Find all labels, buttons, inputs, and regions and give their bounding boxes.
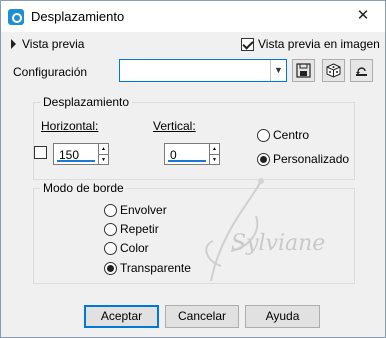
- preview-toggle[interactable]: Vista previa: [11, 37, 84, 51]
- horizontal-input[interactable]: 150: [53, 143, 99, 165]
- radio-color[interactable]: Color: [104, 241, 149, 255]
- vertical-label: Vertical:: [153, 119, 196, 133]
- edge-option-label: Repetir: [120, 222, 159, 236]
- edge-option-label: Envolver: [120, 203, 167, 217]
- step-up-icon[interactable]: ▲: [210, 144, 219, 154]
- random-button[interactable]: [322, 59, 345, 82]
- step-down-icon[interactable]: ▼: [210, 154, 219, 165]
- config-combo[interactable]: ▼: [119, 59, 287, 82]
- radio-icon[interactable]: [104, 203, 117, 217]
- step-down-icon[interactable]: ▼: [99, 154, 108, 165]
- dialog-window: Desplazamiento ✕ Vista previa Vista prev…: [0, 0, 386, 338]
- edge-mode-title: Modo de borde: [40, 181, 127, 195]
- preview-toggle-label: Vista previa: [22, 37, 85, 51]
- link-checkbox[interactable]: [34, 146, 47, 159]
- expand-triangle-icon: [11, 39, 16, 49]
- edge-option-label: Color: [120, 241, 149, 255]
- window-title: Desplazamiento: [31, 9, 125, 24]
- watermark: Sylviane: [191, 171, 341, 291]
- radio-wrap[interactable]: Envolver: [104, 203, 167, 217]
- horizontal-spinner[interactable]: 150 ▲ ▼: [53, 143, 109, 165]
- radio-icon[interactable]: [104, 222, 117, 236]
- help-button[interactable]: Ayuda: [245, 305, 320, 328]
- watermark-text: Sylviane: [231, 231, 326, 256]
- save-preset-button[interactable]: [292, 59, 315, 82]
- close-button[interactable]: ✕: [341, 1, 385, 31]
- radio-custom[interactable]: Personalizado: [257, 152, 349, 166]
- radio-transparent[interactable]: Transparente: [104, 261, 191, 275]
- horizontal-label: Horizontal:: [41, 119, 99, 133]
- vertical-value: 0: [170, 148, 177, 162]
- horizontal-stepper[interactable]: ▲ ▼: [99, 143, 109, 165]
- vertical-stepper[interactable]: ▲ ▼: [210, 143, 220, 165]
- radio-icon[interactable]: [257, 128, 270, 142]
- radio-icon[interactable]: [104, 241, 117, 255]
- step-up-icon[interactable]: ▲: [99, 144, 108, 154]
- app-icon: [8, 9, 24, 25]
- title-bar: Desplazamiento ✕: [1, 1, 385, 32]
- custom-label: Personalizado: [273, 152, 350, 166]
- radio-selected-icon[interactable]: [104, 261, 117, 275]
- vertical-input[interactable]: 0: [164, 143, 210, 165]
- vertical-spinner[interactable]: 0 ▲ ▼: [164, 143, 220, 165]
- save-icon: [296, 63, 311, 78]
- center-label: Centro: [273, 128, 310, 142]
- random-icon: [326, 63, 341, 78]
- edge-option-label: Transparente: [120, 261, 191, 275]
- radio-repeat[interactable]: Repetir: [104, 222, 159, 236]
- reset-button[interactable]: [350, 59, 373, 82]
- chevron-down-icon[interactable]: ▼: [270, 60, 286, 81]
- image-preview-label: Vista previa en imagen: [258, 37, 380, 51]
- ok-button[interactable]: Aceptar: [84, 305, 159, 328]
- radio-center[interactable]: Centro: [257, 128, 309, 142]
- cancel-button[interactable]: Cancelar: [165, 305, 239, 328]
- image-preview-checkbox[interactable]: Vista previa en imagen: [241, 37, 380, 51]
- radio-selected-icon[interactable]: [257, 152, 270, 166]
- reset-icon: [356, 67, 367, 76]
- checkbox-icon[interactable]: [241, 37, 254, 51]
- offset-group-title: Desplazamiento: [40, 95, 133, 109]
- config-label: Configuración: [13, 65, 88, 79]
- horizontal-value: 150: [59, 148, 80, 162]
